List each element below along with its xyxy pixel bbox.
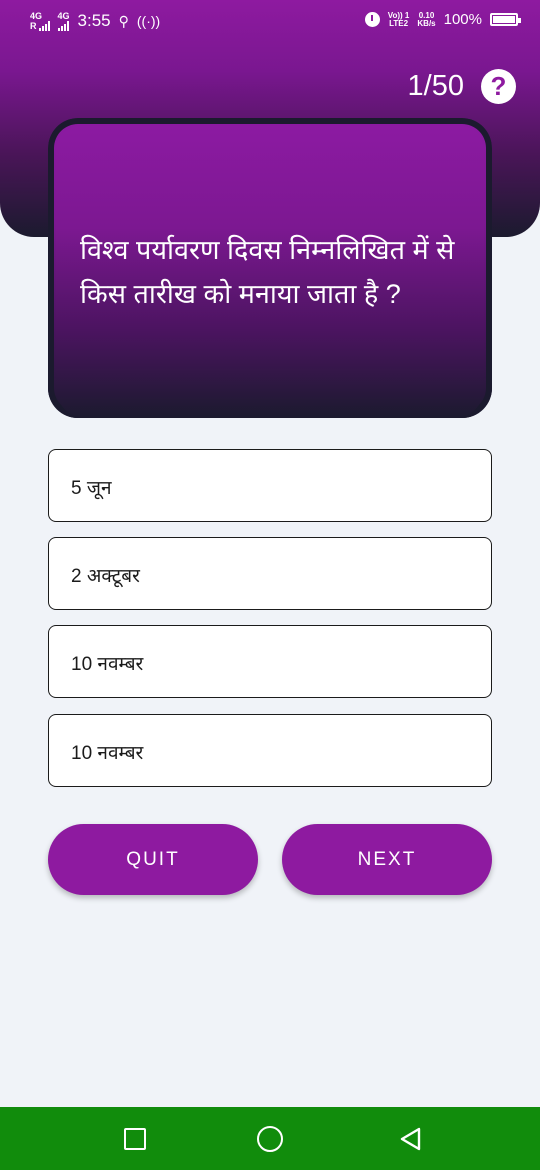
next-button[interactable]: NEXT [282,824,492,895]
network-speed: 0.10 KB/s [417,11,436,28]
help-button[interactable]: ? [481,69,516,104]
option-2[interactable]: 2 अक्टूबर [48,537,492,610]
status-right: Vo)) 1 LTE2 0.10 KB/s 100% [364,11,521,28]
battery-percent: 100% [443,11,482,28]
network-indicator-2: 4G [57,10,70,31]
network-indicator-1: 4G R [30,10,50,31]
status-bar: 4G R 4G 3:55 ⚲ ((·)) Vo)) 1 LTE2 0.10 KB… [0,0,540,42]
circle-home-icon[interactable] [257,1126,283,1152]
question-text: विश्व पर्यावरण दिवस निम्नलिखित में से कि… [80,235,455,309]
option-1[interactable]: 5 जून [48,449,492,522]
option-4[interactable]: 10 नवम्बर [48,714,492,787]
clock: 3:55 [77,11,111,30]
volte-bottom-label: LTE2 [389,18,409,28]
volte-indicator: Vo)) 1 LTE2 [388,11,410,28]
option-4-label: 10 नवम्बर [71,743,144,764]
alarm-icon [364,12,380,27]
option-1-label: 5 जून [71,478,112,499]
network-2-label: 4G [57,10,70,21]
question-counter: 1/50 [407,70,464,102]
hotspot-icon: ((·)) [136,13,161,29]
signal-1-icon [38,20,50,31]
option-3-label: 10 नवम्बर [71,654,144,675]
navigation-bar [0,1107,540,1170]
usb-icon: ⚲ [118,12,129,29]
quit-button[interactable]: QUIT [48,824,258,895]
roaming-label: R [30,20,37,31]
option-3[interactable]: 10 नवम्बर [48,625,492,698]
square-recents-icon[interactable] [124,1128,146,1150]
signal-2-icon [57,20,69,31]
battery-icon [490,13,521,26]
status-left: 4G R 4G 3:55 ⚲ ((·)) [30,11,160,31]
triangle-back-icon[interactable] [398,1126,424,1152]
speed-unit: KB/s [417,18,436,28]
option-2-label: 2 अक्टूबर [71,566,140,587]
network-1-label: 4G [30,10,43,21]
question-card: विश्व पर्यावरण दिवस निम्नलिखित में से कि… [48,118,492,418]
